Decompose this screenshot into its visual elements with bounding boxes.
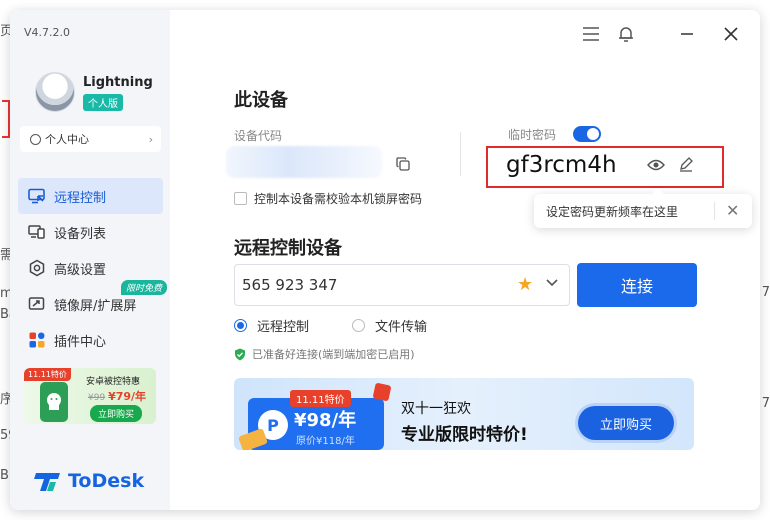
banner-original-price: 原价¥118/年 bbox=[296, 436, 355, 447]
minimize-icon[interactable] bbox=[677, 24, 697, 44]
settings-hexagon-icon bbox=[28, 259, 46, 277]
tooltip-divider bbox=[714, 202, 715, 220]
background-highlight bbox=[2, 100, 10, 138]
radio-remote-control[interactable] bbox=[234, 319, 247, 332]
radio-file-transfer[interactable] bbox=[352, 319, 365, 332]
todesk-window: V4.7.2.0 Lightning 个人版 个人中心 › 远程控制 设备列表 bbox=[10, 10, 760, 510]
banner-price: ¥98/年 bbox=[294, 410, 357, 431]
limited-free-badge: 限时免费 bbox=[120, 280, 167, 295]
this-device-heading: 此设备 bbox=[234, 90, 288, 111]
sidebar: V4.7.2.0 Lightning 个人版 个人中心 › 远程控制 设备列表 bbox=[10, 10, 170, 510]
monitor-icon bbox=[28, 187, 46, 205]
tooltip-close-icon[interactable]: ✕ bbox=[726, 202, 739, 220]
promo-corner-tag: 11.11特价 bbox=[24, 368, 71, 381]
banner-line2: 专业版限时特价! bbox=[401, 425, 528, 445]
brand-name: ToDesk bbox=[68, 470, 145, 492]
android-promo-card[interactable]: 11.11特价 安卓被控特惠 ¥99 ¥79/年 立即购买 bbox=[24, 368, 156, 424]
avatar[interactable] bbox=[35, 72, 75, 112]
status-text: 已准备好连接(端到端加密已启用) bbox=[252, 348, 415, 361]
close-icon[interactable] bbox=[721, 24, 741, 44]
mode-label: 文件传输 bbox=[375, 320, 428, 335]
temp-password-value: gf3rcm4h bbox=[506, 152, 617, 178]
remote-control-heading: 远程控制设备 bbox=[234, 238, 342, 259]
temp-password-toggle[interactable] bbox=[573, 126, 601, 142]
mode-remote-control[interactable]: 远程控制 bbox=[234, 316, 309, 335]
banner-line1: 双十一狂欢 bbox=[401, 401, 471, 417]
plan-badge: 个人版 bbox=[83, 94, 123, 111]
menu-icon[interactable] bbox=[581, 24, 601, 44]
devices-icon bbox=[28, 223, 46, 241]
sidebar-nav: 远程控制 设备列表 高级设置 镜像屏/扩展屏 限时免费 插件中心 bbox=[18, 178, 167, 358]
plugin-grid-icon bbox=[28, 331, 46, 349]
user-icon bbox=[30, 133, 41, 145]
lock-screen-checkbox[interactable] bbox=[234, 192, 247, 205]
promo-old-price: ¥99 bbox=[88, 393, 106, 403]
banner-tag: 11.11特价 bbox=[290, 390, 351, 407]
sidebar-item-label: 镜像屏/扩展屏 bbox=[54, 298, 137, 314]
copy-icon[interactable] bbox=[396, 156, 410, 171]
connect-button[interactable]: 连接 bbox=[577, 263, 697, 307]
chevron-right-icon: › bbox=[148, 132, 153, 146]
promo-title: 安卓被控特惠 bbox=[86, 377, 141, 387]
password-frequency-tooltip: 设定密码更新频率在这里 ✕ bbox=[534, 188, 752, 228]
red-packet-icon bbox=[372, 382, 392, 402]
banner-buy-button[interactable]: 立即购买 bbox=[578, 406, 674, 440]
personal-center-label: 个人中心 bbox=[45, 133, 89, 146]
divider bbox=[460, 132, 461, 176]
sidebar-item-label: 高级设置 bbox=[54, 262, 107, 278]
bell-icon[interactable] bbox=[616, 24, 636, 44]
lock-screen-option[interactable]: 控制本设备需校验本机锁屏密码 bbox=[234, 190, 422, 207]
sidebar-item-mirror-screen[interactable]: 镜像屏/扩展屏 限时免费 bbox=[18, 280, 167, 322]
sidebar-item-remote-control[interactable]: 远程控制 bbox=[18, 178, 163, 214]
todesk-logo: ToDesk bbox=[34, 470, 144, 492]
personal-center-button[interactable]: 个人中心 › bbox=[20, 126, 161, 152]
version-label: V4.7.2.0 bbox=[24, 26, 71, 39]
temp-password-label: 临时密码 bbox=[508, 128, 557, 142]
sidebar-item-label: 设备列表 bbox=[54, 226, 107, 242]
partner-code-value: 565 923 347 bbox=[242, 276, 338, 294]
device-code-label: 设备代码 bbox=[234, 129, 283, 143]
partner-code-input[interactable]: 565 923 347 ★ bbox=[234, 264, 570, 306]
star-icon[interactable]: ★ bbox=[517, 274, 533, 295]
eye-icon[interactable] bbox=[647, 157, 665, 171]
promo-new-price: ¥79/年 bbox=[108, 390, 147, 403]
lock-screen-checkbox-label: 控制本设备需校验本机锁屏密码 bbox=[254, 192, 423, 206]
promo-price: ¥99 ¥79/年 bbox=[88, 388, 146, 404]
todesk-logo-icon bbox=[34, 470, 62, 492]
edit-icon[interactable] bbox=[678, 156, 694, 172]
sidebar-item-device-list[interactable]: 设备列表 bbox=[18, 214, 163, 250]
chevron-down-icon[interactable] bbox=[544, 274, 560, 290]
background-text-fragment: 7 bbox=[761, 285, 770, 300]
shield-check-icon bbox=[234, 348, 246, 361]
sidebar-item-label: 远程控制 bbox=[54, 190, 107, 206]
sidebar-item-label: 插件中心 bbox=[54, 334, 107, 350]
sidebar-item-plugin-center[interactable]: 插件中心 bbox=[18, 322, 163, 358]
connection-status: 已准备好连接(端到端加密已启用) bbox=[234, 346, 415, 362]
mode-label: 远程控制 bbox=[257, 320, 310, 335]
background-text-fragment: 7 bbox=[761, 396, 770, 411]
promo-buy-button[interactable]: 立即购买 bbox=[90, 405, 143, 422]
mode-file-transfer[interactable]: 文件传输 bbox=[352, 316, 427, 335]
tooltip-text: 设定密码更新频率在这里 bbox=[546, 204, 679, 219]
android-phone-icon bbox=[40, 382, 68, 422]
pro-promo-banner[interactable]: P ¥98/年 原价¥118/年 11.11特价 双十一狂欢 专业版限时特价! … bbox=[234, 378, 694, 450]
user-name: Lightning bbox=[83, 75, 153, 90]
screen-share-icon bbox=[28, 295, 46, 313]
device-code-value-blurred bbox=[226, 146, 382, 178]
